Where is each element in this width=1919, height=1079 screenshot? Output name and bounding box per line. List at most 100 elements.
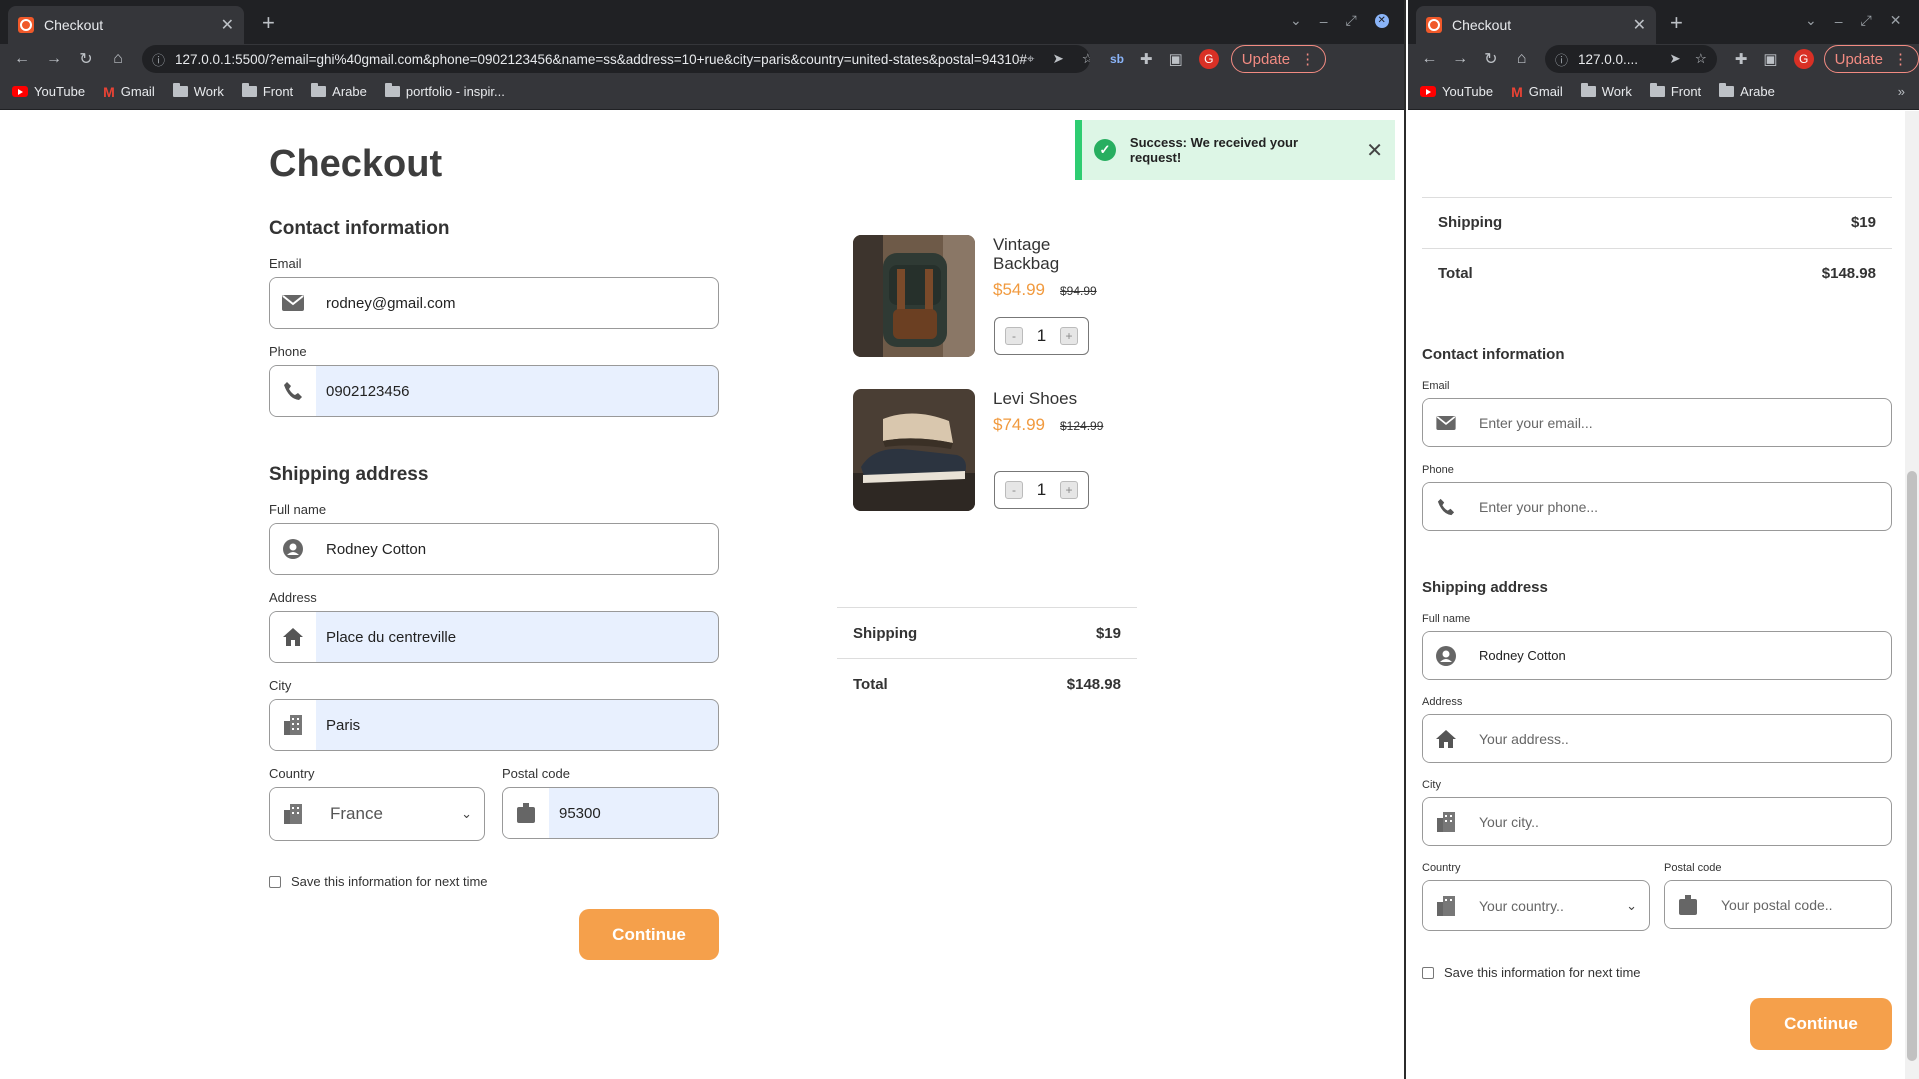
browser-toolbar: ← → ↻ ⌂ ⓘ 127.0.0.1:5500/?email=ghi%40gm… <box>0 44 1404 74</box>
postal-icon <box>503 788 549 838</box>
tab-search-icon[interactable]: ⌄ <box>1290 12 1302 29</box>
continue-button[interactable]: Continue <box>579 909 719 960</box>
new-tab-icon[interactable]: + <box>262 10 275 36</box>
address-bar[interactable]: ⓘ 127.0.0.1:5500/?email=ghi%40gmail.com&… <box>142 45 1090 73</box>
star-icon[interactable]: ☆ <box>1695 51 1707 67</box>
maximize-icon[interactable]: ⤢ <box>1346 12 1357 29</box>
quantity-increase-button[interactable]: + <box>1060 327 1078 345</box>
puzzle-icon[interactable]: ✚ <box>1140 50 1153 68</box>
city-field[interactable]: Paris <box>269 699 719 751</box>
divider <box>1422 197 1892 198</box>
bookmark-arabe[interactable]: Arabe <box>1719 83 1775 99</box>
country-select[interactable]: Your country.. ⌄ <box>1422 880 1650 931</box>
browser-tab[interactable]: Checkout ✕ <box>8 6 244 44</box>
shipping-row: Shipping $19 <box>1438 214 1876 231</box>
profile-avatar[interactable]: G <box>1198 49 1219 69</box>
city-label: City <box>269 678 292 693</box>
postal-field[interactable]: 95300 <box>502 787 719 839</box>
bookmark-arabe[interactable]: Arabe <box>311 83 367 99</box>
shipping-heading: Shipping address <box>269 464 429 485</box>
site-info-icon[interactable]: ⓘ <box>1555 50 1568 69</box>
close-toast-icon[interactable]: ✕ <box>1366 138 1383 163</box>
product-price: $54.99 <box>993 280 1045 299</box>
update-button[interactable]: Update ⋮ <box>1823 45 1919 73</box>
browser-tab[interactable]: Checkout ✕ <box>1416 6 1656 44</box>
close-tab-icon[interactable]: ✕ <box>1633 15 1646 35</box>
address-bar[interactable]: ⓘ 127.0.0.... ➤ ☆ <box>1545 45 1717 73</box>
bookmark-gmail[interactable]: M Gmail <box>1511 84 1563 100</box>
fullname-field[interactable]: Rodney Cotton <box>1422 631 1892 680</box>
country-select[interactable]: France ⌄ <box>269 787 485 841</box>
reload-icon[interactable]: ↻ <box>1476 49 1507 69</box>
new-tab-icon[interactable]: + <box>1670 10 1683 36</box>
quantity-increase-button[interactable]: + <box>1060 481 1078 499</box>
city-icon <box>1423 881 1469 930</box>
bookmark-front[interactable]: Front <box>241 83 293 99</box>
email-field[interactable]: rodney@gmail.com <box>269 277 719 329</box>
star-icon[interactable]: ☆ <box>1082 51 1090 67</box>
country-placeholder: Your country.. <box>1479 897 1564 914</box>
checkbox-box[interactable] <box>1422 966 1434 979</box>
continue-button[interactable]: Continue <box>1750 998 1892 1050</box>
phone-field[interactable]: Enter your phone... <box>1422 482 1892 531</box>
save-info-checkbox[interactable]: Save this information for next time <box>1422 965 1641 980</box>
minimize-icon[interactable]: – <box>1320 13 1328 29</box>
forward-icon[interactable]: → <box>38 50 70 68</box>
menu-dots-icon[interactable]: ⋮ <box>1893 50 1908 68</box>
checkbox-box[interactable] <box>269 875 281 888</box>
address-field[interactable]: Place du centreville <box>269 611 719 663</box>
tab-title: Checkout <box>1452 17 1512 33</box>
home-icon[interactable]: ⌂ <box>102 50 134 68</box>
save-info-label: Save this information for next time <box>291 874 488 889</box>
send-icon[interactable]: ➤ <box>1052 51 1063 67</box>
phone-field[interactable]: 0902123456 <box>269 365 719 417</box>
sidepanel-icon[interactable]: ▣ <box>1169 50 1183 68</box>
tab-search-icon[interactable]: ⌄ <box>1805 12 1817 29</box>
puzzle-icon[interactable]: ✚ <box>1735 50 1748 68</box>
city-field[interactable]: Your city.. <box>1422 797 1892 846</box>
address-field[interactable]: Your address.. <box>1422 714 1892 763</box>
location-icon[interactable]: ⌖ <box>1027 51 1035 67</box>
check-circle-icon: ✓ <box>1094 139 1116 161</box>
scrollbar-thumb[interactable] <box>1907 471 1917 1061</box>
postal-field[interactable]: Your postal code.. <box>1664 880 1892 929</box>
bookmark-work[interactable]: Work <box>1580 83 1632 99</box>
postal-label: Postal code <box>502 766 570 781</box>
home-icon[interactable]: ⌂ <box>1506 50 1537 68</box>
save-info-checkbox[interactable]: Save this information for next time <box>269 874 488 889</box>
product-image-backpack <box>853 235 975 357</box>
minimize-icon[interactable]: – <box>1835 13 1843 29</box>
favicon-icon <box>18 17 34 33</box>
back-icon[interactable]: ← <box>6 50 38 68</box>
more-bookmarks-icon[interactable]: » <box>1898 84 1905 99</box>
close-window-icon[interactable]: ✕ <box>1890 12 1902 29</box>
bookmark-front[interactable]: Front <box>1649 83 1701 99</box>
browser-toolbar: ← → ↻ ⌂ ⓘ 127.0.0.... ➤ ☆ ✚ ▣ G Update ⋮ <box>1408 44 1919 74</box>
bookmark-work[interactable]: Work <box>172 83 224 99</box>
product-old-price: $94.99 <box>1060 284 1097 298</box>
quantity-decrease-button[interactable]: - <box>1005 481 1023 499</box>
send-icon[interactable]: ➤ <box>1669 51 1680 67</box>
fullname-field[interactable]: Rodney Cotton <box>269 523 719 575</box>
close-tab-icon[interactable]: ✕ <box>221 15 234 35</box>
reload-icon[interactable]: ↻ <box>70 49 102 69</box>
site-info-icon[interactable]: ⓘ <box>152 50 165 69</box>
back-icon[interactable]: ← <box>1414 50 1445 68</box>
maximize-icon[interactable]: ⤢ <box>1861 12 1872 29</box>
window-controls: ⌄ – ⤢ ✕ <box>1290 12 1389 29</box>
sidepanel-icon[interactable]: ▣ <box>1763 50 1777 68</box>
close-window-icon[interactable]: ✕ <box>1374 13 1389 28</box>
email-field[interactable]: Enter your email... <box>1422 398 1892 447</box>
menu-dots-icon[interactable]: ⋮ <box>1300 50 1315 68</box>
update-button[interactable]: Update ⋮ <box>1230 45 1327 73</box>
scrollbar[interactable] <box>1905 111 1919 1079</box>
bookmark-gmail[interactable]: M Gmail <box>103 84 155 100</box>
profile-avatar[interactable]: G <box>1793 49 1814 69</box>
bookmark-portfolio[interactable]: portfolio - inspir... <box>384 83 505 99</box>
extension-icon[interactable]: sb <box>1110 52 1124 66</box>
quantity-decrease-button[interactable]: - <box>1005 327 1023 345</box>
bookmark-youtube[interactable]: YouTube <box>12 84 85 99</box>
contact-heading: Contact information <box>1422 346 1565 363</box>
forward-icon[interactable]: → <box>1445 50 1476 68</box>
bookmark-youtube[interactable]: YouTube <box>1420 84 1493 99</box>
